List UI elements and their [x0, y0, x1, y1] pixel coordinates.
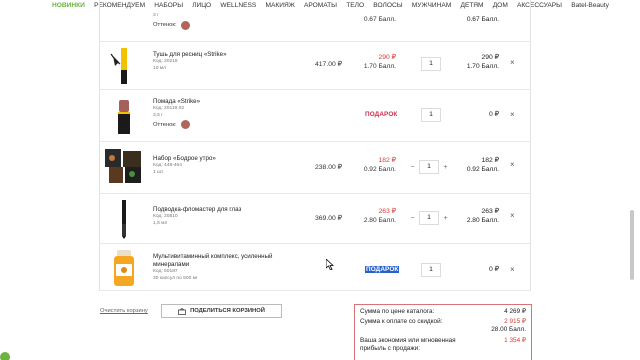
quantity-stepper[interactable]: 1	[421, 263, 441, 277]
discount-sum-label: Сумма к оплате со скидкой:	[360, 318, 443, 325]
product-name[interactable]: Тушь для ресниц «Strike»	[153, 51, 293, 59]
quantity-input[interactable]: 1	[421, 263, 441, 277]
page-scrollbar[interactable]	[630, 210, 634, 280]
sale-points: 0.92 Балл.	[363, 166, 396, 173]
nav-item-novinki[interactable]: НОВИНКИ	[0, 1, 90, 11]
product-volume: 3,5 г	[153, 112, 163, 118]
total-price: 263 ₽	[481, 208, 499, 215]
product-name[interactable]: Набор «Бодрое утро»	[153, 155, 293, 163]
product-volume: 10 мл	[153, 65, 167, 71]
order-summary: Сумма по цене каталога: 4 269 ₽ Сумма к …	[354, 304, 532, 360]
share-icon	[178, 307, 186, 315]
remove-item-button[interactable]: ×	[510, 265, 515, 274]
product-image-set[interactable]	[103, 146, 145, 188]
sale-points: 1.70 Балл.	[363, 63, 396, 70]
remove-item-button[interactable]: ×	[510, 211, 515, 220]
chat-widget-button[interactable]	[0, 352, 10, 360]
share-button-label: ПОДЕЛИТЬСЯ КОРЗИНОЙ	[190, 308, 265, 314]
product-image-lipstick[interactable]	[103, 95, 145, 137]
sale-points: 2.80 Балл.	[363, 217, 396, 224]
total-price: 0 ₽	[489, 266, 499, 273]
remove-item-button[interactable]: ×	[510, 58, 515, 67]
item-volume: 3 г	[153, 13, 159, 18]
quantity-decrease-button[interactable]: −	[406, 164, 419, 171]
catalog-price: 417.00 ₽	[314, 61, 342, 68]
quantity-stepper[interactable]: 1	[421, 108, 441, 122]
quantity-input[interactable]: 1	[421, 57, 441, 71]
cart-row: Мультивитаминный комплекс, усиленный мин…	[99, 244, 531, 291]
shade-swatch[interactable]	[180, 20, 190, 30]
catalog-sum-value: 4 269 ₽	[504, 308, 526, 315]
savings-label: Ваша экономия или мгновенная прибыль с п…	[360, 337, 456, 352]
total-points: 2.80 Балл.	[466, 217, 499, 224]
catalog-price: 238.00 ₽	[314, 164, 342, 171]
quantity-increase-button[interactable]: +	[439, 215, 452, 222]
points-sum-value: 28.00 Балл.	[491, 326, 526, 333]
gift-badge: ПОДАРОК	[365, 111, 398, 118]
cart-row: Набор «Бодрое утро» Код: 448-464 1 шт. 2…	[99, 142, 531, 194]
quantity-increase-button[interactable]: +	[439, 164, 452, 171]
discount-sum-value: 2 915 ₽	[504, 318, 526, 325]
savings-value: 1 354 ₽	[504, 337, 526, 344]
total-points: 1.70 Балл.	[466, 63, 499, 70]
cart-row: Помада «Strike» Код: 20119.02 3,5 г Отте…	[99, 90, 531, 142]
cart-row: Подводка-фломастер для глаз Код: 20810 1…	[99, 194, 531, 244]
remove-item-button[interactable]: ×	[510, 110, 515, 119]
total-price: 0 ₽	[489, 111, 499, 118]
product-image-mascara[interactable]	[103, 45, 145, 87]
catalog-sum-row: Сумма по цене каталога: 4 269 ₽	[360, 308, 526, 316]
sale-points: 0.67 Балл.	[363, 16, 396, 23]
shade-selector[interactable]: Оттенок:	[153, 20, 293, 30]
clear-cart-link[interactable]: Очистить корзину	[100, 308, 148, 314]
share-cart-button[interactable]: ПОДЕЛИТЬСЯ КОРЗИНОЙ	[161, 304, 282, 318]
discount-sum-row: Сумма к оплате со скидкой: 2 915 ₽	[360, 318, 526, 326]
gift-badge: ПОДАРОК	[365, 266, 400, 273]
quantity-decrease-button[interactable]: −	[406, 215, 419, 222]
total-points: 0.92 Балл.	[466, 166, 499, 173]
shade-swatch[interactable]	[180, 120, 190, 129]
product-volume: 30 капсул по 500 мг	[153, 275, 198, 281]
product-volume: 1,5 мл	[153, 220, 168, 226]
quantity-stepper[interactable]: 1	[421, 57, 441, 71]
remove-item-button[interactable]: ×	[510, 160, 515, 169]
quantity-input[interactable]: 1	[421, 108, 441, 122]
sale-price: 290 ₽	[378, 54, 396, 61]
shade-label: Оттенок:	[153, 121, 177, 128]
quantity-stepper[interactable]: − 1 +	[406, 211, 452, 225]
sale-price: 263 ₽	[378, 208, 396, 215]
shade-selector[interactable]: Оттенок:	[153, 120, 293, 129]
catalog-price: 369.00 ₽	[314, 215, 342, 222]
cart-row-partial: 3 г Оттенок: 0.67 Балл. 0.67 Балл.	[99, 11, 531, 42]
quantity-input[interactable]: 1	[419, 211, 439, 225]
total-price: 290 ₽	[481, 54, 499, 61]
sale-price: 182 ₽	[378, 157, 396, 164]
savings-row: Ваша экономия или мгновенная прибыль с п…	[360, 337, 526, 353]
product-name[interactable]: Мультивитаминный комплекс, усиленный мин…	[153, 253, 285, 269]
catalog-sum-label: Сумма по цене каталога:	[360, 308, 435, 315]
cart-row: Тушь для ресниц «Strike» Код: 20216 10 м…	[99, 42, 531, 90]
shade-label: Оттенок:	[153, 22, 177, 28]
quantity-input[interactable]: 1	[419, 160, 439, 174]
total-points: 0.67 Балл.	[466, 16, 499, 23]
nav-item-batel-beauty[interactable]: Batel-Beauty	[567, 1, 614, 11]
quantity-stepper[interactable]: − 1 +	[406, 160, 452, 174]
product-name[interactable]: Помада «Strike»	[153, 98, 293, 106]
product-name[interactable]: Подводка-фломастер для глаз	[153, 206, 293, 214]
product-image-eyeliner[interactable]	[103, 198, 145, 240]
points-sum-row: 28.00 Балл.	[360, 326, 526, 334]
total-price: 182 ₽	[481, 157, 499, 164]
mouse-cursor-icon	[326, 259, 334, 270]
product-image-multivitamin[interactable]	[103, 247, 145, 289]
product-volume: 1 шт.	[153, 169, 165, 175]
